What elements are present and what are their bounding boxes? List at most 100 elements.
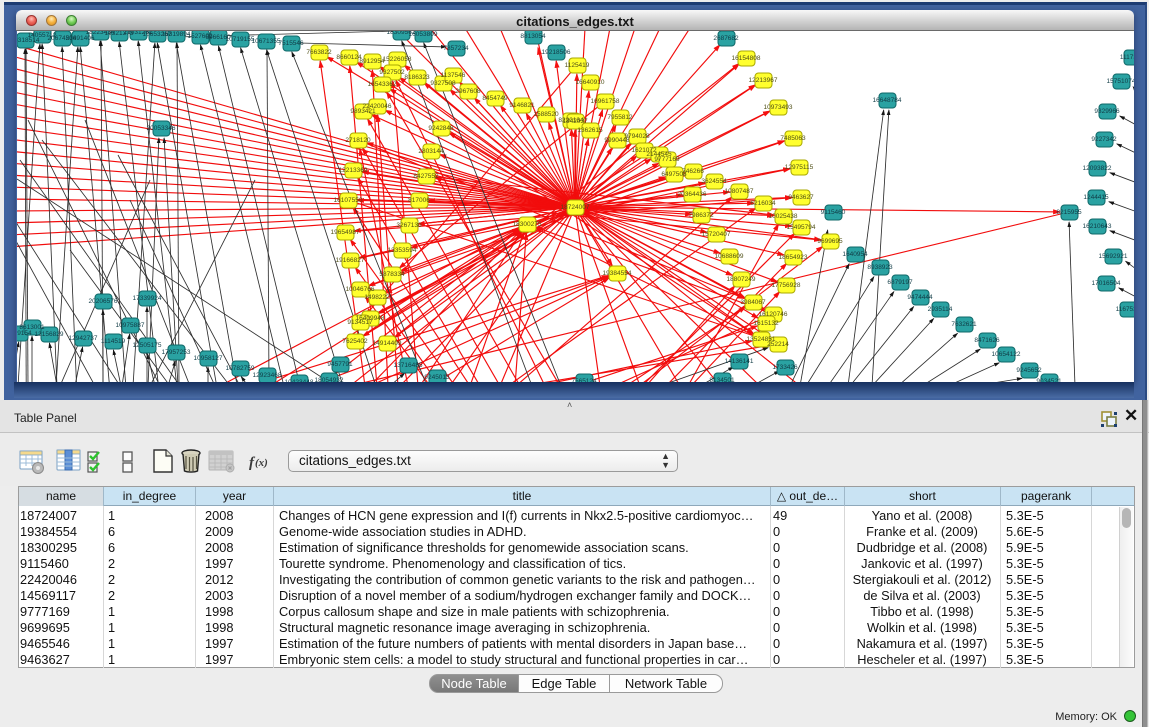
svg-text:10025438: 10025438	[769, 213, 798, 220]
svg-text:18724007: 18724007	[561, 204, 590, 211]
svg-text:12213369: 12213369	[339, 167, 368, 174]
svg-text:9245652: 9245652	[1016, 367, 1042, 374]
svg-text:13353594: 13353594	[388, 247, 417, 254]
svg-text:12942737: 12942737	[69, 335, 98, 342]
svg-text:20691406: 20691406	[66, 35, 95, 42]
svg-text:16543362: 16543362	[368, 81, 397, 88]
svg-text:8186323: 8186323	[404, 74, 430, 81]
svg-text:16640910: 16640910	[576, 79, 605, 86]
svg-text:(x): (x)	[255, 457, 268, 469]
svg-text:15226058: 15226058	[383, 56, 412, 63]
svg-text:12156829: 12156829	[35, 331, 64, 338]
svg-text:2803144: 2803144	[418, 148, 444, 155]
svg-text:18300275: 18300275	[513, 221, 542, 228]
svg-text:9245013: 9245013	[424, 374, 450, 381]
svg-text:2935114: 2935114	[928, 306, 953, 313]
svg-text:12213967: 12213967	[749, 77, 778, 84]
svg-text:18654923: 18654923	[779, 254, 808, 261]
svg-text:15495794: 15495794	[787, 224, 816, 231]
svg-text:16648784: 16648784	[873, 97, 902, 104]
svg-text:9134517: 9134517	[347, 319, 373, 326]
svg-text:9777169: 9777169	[654, 156, 680, 163]
svg-text:10046766: 10046766	[346, 286, 375, 293]
svg-text:16210643: 16210643	[1083, 223, 1112, 230]
svg-text:3267130: 3267130	[396, 222, 422, 229]
svg-text:14136141: 14136141	[725, 358, 754, 365]
svg-text:8454749: 8454749	[482, 95, 508, 102]
svg-text:16154808: 16154808	[732, 55, 761, 62]
svg-text:2718120: 2718120	[345, 137, 371, 144]
svg-text:19218506: 19218506	[542, 49, 571, 56]
svg-text:17016504: 17016504	[1092, 280, 1121, 287]
svg-text:1588520: 1588520	[533, 111, 559, 118]
svg-text:7625402: 7625402	[342, 338, 368, 345]
svg-text:1362615: 1362615	[577, 127, 603, 134]
svg-text:7565124: 7565124	[571, 378, 597, 382]
svg-text:8660124: 8660124	[336, 54, 362, 61]
svg-text:1137546: 1137546	[441, 72, 466, 79]
svg-text:8939154: 8939154	[17, 330, 32, 337]
svg-text:10807487: 10807487	[725, 188, 754, 195]
svg-text:7955812: 7955812	[607, 114, 633, 121]
svg-text:15692921: 15692921	[1099, 253, 1128, 260]
svg-text:9699695: 9699695	[817, 238, 843, 245]
svg-text:17756928: 17756928	[772, 282, 801, 289]
svg-text:13716485: 13716485	[394, 362, 423, 369]
svg-text:20053346: 20053346	[147, 125, 176, 132]
svg-text:12923468: 12923468	[253, 372, 282, 379]
svg-text:8215955: 8215955	[1056, 209, 1082, 216]
svg-text:9034521: 9034521	[1036, 378, 1062, 382]
svg-text:9457791: 9457791	[327, 361, 353, 368]
svg-text:18807249: 18807249	[727, 276, 756, 283]
svg-text:15720407: 15720407	[702, 231, 731, 238]
svg-text:9329966: 9329966	[1094, 108, 1120, 115]
svg-text:19166827: 19166827	[336, 257, 365, 264]
svg-text:9227342: 9227342	[1091, 136, 1117, 143]
svg-text:1167534: 1167534	[1116, 306, 1134, 313]
svg-text:2687682: 2687682	[713, 35, 739, 42]
svg-text:16053809: 16053809	[409, 31, 438, 38]
svg-text:18054932: 18054932	[315, 377, 344, 382]
svg-text:15751074: 15751074	[1107, 78, 1134, 85]
svg-text:2967608: 2967608	[455, 88, 481, 95]
svg-text:10973493: 10973493	[764, 104, 793, 111]
svg-text:10671355: 10671355	[252, 38, 281, 45]
svg-text:9327502: 9327502	[379, 69, 405, 76]
svg-text:12093822: 12093822	[1083, 165, 1112, 172]
svg-text:8471626: 8471626	[974, 337, 1000, 344]
svg-text:9146821: 9146821	[509, 102, 535, 109]
svg-text:8134501: 8134501	[709, 377, 735, 382]
svg-text:20206576: 20206576	[89, 298, 118, 305]
svg-text:817006: 817006	[408, 197, 430, 204]
svg-text:8613001: 8613001	[19, 324, 45, 331]
svg-text:16107550: 16107550	[334, 197, 363, 204]
svg-text:14914409: 14914409	[373, 340, 402, 347]
svg-text:19384554: 19384554	[603, 270, 632, 277]
svg-text:9115460: 9115460	[821, 209, 846, 216]
svg-text:5878334: 5878334	[379, 271, 405, 278]
svg-text:1640954: 1640954	[842, 251, 868, 258]
svg-text:9474444: 9474444	[907, 294, 933, 301]
svg-text:1498222: 1498222	[364, 294, 390, 301]
svg-text:10719155: 10719155	[226, 36, 255, 43]
svg-text:8427552: 8427552	[413, 173, 439, 180]
svg-text:7857234: 7857234	[443, 45, 469, 52]
svg-text:10654122: 10654122	[992, 351, 1021, 358]
svg-text:7986372: 7986372	[688, 212, 714, 219]
svg-text:10423448: 10423448	[285, 379, 314, 382]
svg-text:19654987: 19654987	[331, 229, 360, 236]
svg-text:3984067: 3984067	[740, 299, 766, 306]
svg-text:20364436: 20364436	[678, 191, 707, 198]
svg-text:10975887: 10975887	[116, 322, 145, 329]
svg-text:17957253: 17957253	[162, 349, 191, 356]
svg-text:12975115: 12975115	[785, 164, 814, 171]
svg-text:1117304: 1117304	[1120, 54, 1134, 61]
svg-text:10688609: 10688609	[715, 253, 744, 260]
svg-text:17339924: 17339924	[133, 295, 162, 302]
svg-text:1114519: 1114519	[101, 338, 126, 345]
svg-text:7485063: 7485063	[780, 135, 806, 142]
svg-text:7515546: 7515546	[278, 40, 304, 47]
svg-text:22420046: 22420046	[363, 103, 392, 110]
svg-text:7632621: 7632621	[951, 321, 977, 328]
svg-text:10958127: 10958127	[194, 355, 223, 362]
